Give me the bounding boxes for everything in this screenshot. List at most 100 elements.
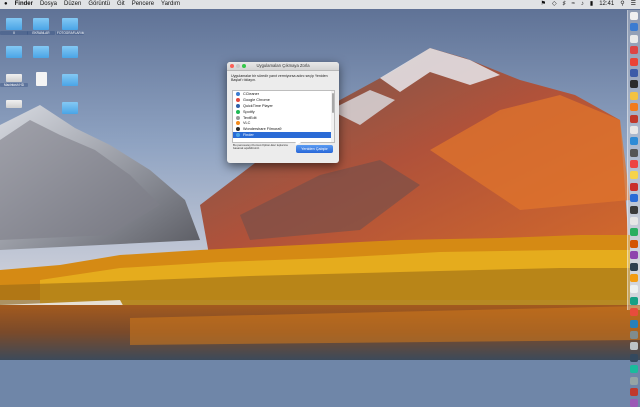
relaunch-button[interactable]: Yeniden Çalıştır [296, 145, 333, 153]
hard-drive-icon [6, 100, 22, 108]
notification-center-icon[interactable]: ☰ [631, 0, 636, 9]
dropbox-icon[interactable]: ◇ [552, 0, 557, 9]
battery-icon[interactable]: ▮ [590, 0, 593, 9]
scrollbar-thumb[interactable] [331, 93, 334, 113]
dock-app-icon[interactable] [630, 148, 638, 157]
desktop-icon-label: FOTOGRAFLARIM [56, 31, 84, 35]
menu-view[interactable]: Görüntü [88, 0, 110, 9]
dock-app-icon[interactable] [630, 57, 638, 66]
desktop-icon-label: II [0, 31, 28, 35]
folder-icon [6, 46, 22, 58]
dock-app-icon[interactable] [630, 23, 638, 32]
dock-app-icon[interactable] [630, 182, 638, 191]
menu-edit[interactable]: Düzen [64, 0, 81, 9]
menu-help[interactable]: Yardım [161, 0, 180, 9]
apple-menu-icon[interactable]: ● [4, 0, 8, 9]
desktop-icon-label: Macintosh HD [0, 83, 28, 87]
app-name: QuickTime Player [243, 103, 273, 108]
shortcut-hint: Bu penceareyi Komut-Option-Esc tuşlarına… [233, 143, 288, 151]
folder-icon [62, 18, 78, 30]
dock-app-icon[interactable] [630, 239, 638, 248]
folder-icon [6, 18, 22, 30]
menu-go[interactable]: Git [117, 0, 125, 9]
menu-file[interactable]: Dosya [40, 0, 57, 9]
desktop-doc-1[interactable] [27, 72, 55, 86]
desktop-folder-2[interactable]: EKRANLAR [27, 18, 55, 35]
dock-app-icon[interactable] [630, 194, 638, 203]
dock-app-icon[interactable] [630, 160, 638, 169]
app-list-item[interactable]: Finder [233, 132, 334, 139]
dock-app-icon[interactable] [630, 217, 638, 226]
dock-app-icon[interactable] [630, 228, 638, 237]
dock-app-icon[interactable] [630, 353, 638, 362]
dock-app-icon[interactable] [630, 171, 638, 180]
dock-app-icon[interactable] [630, 319, 638, 328]
desktop-drive-1[interactable]: Macintosh HD [0, 74, 28, 87]
desktop-icon-label: EKRANLAR [27, 31, 55, 35]
desktop-folder-7[interactable] [56, 74, 84, 86]
ccleaner-icon [236, 91, 240, 96]
dock-app-icon[interactable] [630, 296, 638, 305]
desktop-folder-3[interactable]: FOTOGRAFLARIM [56, 18, 84, 35]
desktop-folder-1[interactable]: II [0, 18, 28, 35]
desktop-drive-2[interactable] [0, 100, 28, 108]
filmora-icon [236, 127, 240, 132]
dock-app-icon[interactable] [630, 399, 638, 407]
desktop-folder-6[interactable] [56, 46, 84, 58]
dock-app-icon[interactable] [630, 308, 638, 317]
hard-drive-icon [6, 74, 22, 82]
dock-app-icon[interactable] [630, 330, 638, 339]
dock-app-icon[interactable] [630, 12, 638, 20]
app-name: Finder [243, 133, 254, 138]
app-name: TextEdit [243, 115, 257, 120]
volume-icon[interactable]: ♪ [581, 0, 584, 9]
desktop-folder-4[interactable] [0, 46, 28, 58]
chrome-icon [236, 97, 240, 102]
dock-app-icon[interactable] [630, 103, 638, 112]
menu-clock[interactable]: 12:41 [599, 0, 614, 9]
dock-app-icon[interactable] [630, 285, 638, 294]
wifi-icon[interactable]: ≈ [572, 0, 575, 9]
dock-app-icon[interactable] [630, 365, 638, 374]
dialog-description: Uygulamalar bir süredir yanıt vermiyorsa… [231, 74, 328, 83]
dock-app-icon[interactable] [630, 273, 638, 282]
menu-bar: ● Finder Dosya Düzen Görüntü Git Pencere… [0, 0, 640, 9]
menu-window[interactable]: Pencere [132, 0, 154, 9]
menu-app-name[interactable]: Finder [15, 0, 33, 9]
desktop-folder-5[interactable] [27, 46, 55, 58]
app-name: Spotify [243, 109, 255, 114]
dialog-title: Uygulamaları Çıkmaya Zorla [256, 63, 310, 68]
folder-icon [33, 18, 49, 30]
bluetooth-icon[interactable]: ♯ [563, 0, 566, 9]
search-icon[interactable]: ⚲ [620, 0, 624, 9]
app-list[interactable]: CCleaner Google Chrome QuickTime Player … [232, 90, 335, 143]
desktop-wallpaper [0, 0, 640, 360]
flag-icon[interactable]: ⚑ [541, 0, 546, 9]
dock-app-icon[interactable] [630, 342, 638, 351]
dock-app-icon[interactable] [630, 387, 638, 396]
dock-app-icon[interactable] [630, 46, 638, 55]
dialog-titlebar[interactable]: Uygulamaları Çıkmaya Zorla [227, 62, 339, 71]
quicktime-icon [236, 103, 240, 108]
dock [627, 10, 640, 407]
desktop-folder-8[interactable] [56, 102, 84, 114]
dock-app-icon[interactable] [630, 205, 638, 214]
list-scrollbar[interactable] [331, 91, 334, 142]
dock-app-icon[interactable] [630, 262, 638, 271]
app-name: Wondershare Filmora9 [243, 127, 282, 132]
app-name: CCleaner [243, 91, 260, 96]
dock-app-icon[interactable] [630, 34, 638, 43]
status-area: ⚑ ◇ ♯ ≈ ♪ ▮ 12:41 ⚲ ☰ [535, 0, 636, 9]
dock-app-icon[interactable] [630, 91, 638, 100]
dock-app-icon[interactable] [630, 137, 638, 146]
folder-icon [62, 46, 78, 58]
dock-app-icon[interactable] [630, 68, 638, 77]
dock-app-icon[interactable] [630, 114, 638, 123]
app-name: VLC [243, 121, 251, 126]
vlc-icon [236, 121, 240, 126]
dock-app-icon[interactable] [630, 376, 638, 385]
document-icon [35, 72, 47, 86]
dock-app-icon[interactable] [630, 80, 638, 89]
dock-app-icon[interactable] [630, 251, 638, 260]
dock-app-icon[interactable] [630, 125, 638, 134]
